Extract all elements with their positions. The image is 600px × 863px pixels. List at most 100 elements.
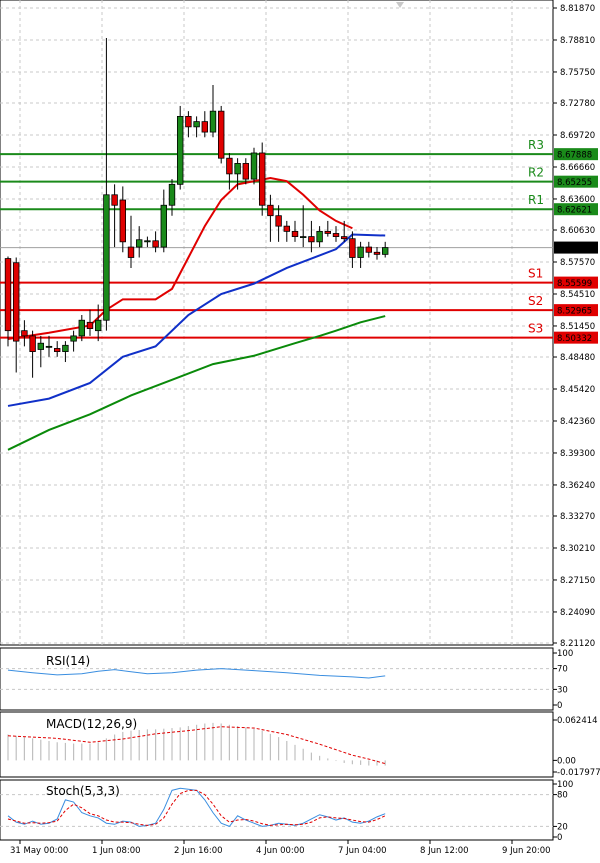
candle-body [332, 233, 340, 238]
price-tick-label: 8.36240 [560, 481, 595, 491]
macd-title: MACD(12,26,9) [46, 717, 137, 731]
axis-tick-label: -0.017977 [557, 768, 600, 778]
candle-body [37, 342, 44, 350]
candle-body [357, 246, 364, 258]
pivot-label-r3: R3 [528, 138, 544, 152]
pivot-value-s2: 8.52965 [557, 307, 592, 317]
candle-body [78, 319, 85, 337]
axis-tick-label: 100 [557, 780, 573, 790]
candle-body [193, 121, 200, 128]
price-axis: 8.81870 8.78810 8.75750 8.72780 8.69720 8.666… [553, 4, 595, 649]
candle-body [4, 258, 12, 332]
price-tick-label: 8.66660 [560, 163, 595, 173]
price-tick-label: 8.75750 [560, 68, 595, 78]
candle-body [103, 194, 110, 321]
axis-tick-label: 0.062414 [557, 716, 598, 726]
pivot-value-s1: 8.55599 [557, 279, 592, 289]
time-tick-label: 2 Jun 16:00 [174, 846, 223, 856]
candle-body [29, 335, 36, 352]
price-tick-label: 8.21120 [560, 639, 595, 649]
candle-body [111, 194, 118, 206]
candle-body [176, 115, 184, 185]
pivot-label-s1: S1 [528, 267, 543, 281]
axis-tick-label: 30 [557, 685, 568, 695]
time-tick-label: 7 Jun 04:00 [338, 846, 387, 856]
stoch-panel: 10080 200 Stoch(5,3,3) [0, 779, 573, 843]
candle-body [349, 238, 356, 258]
candle-body [62, 344, 69, 352]
pivot-value-r2: 8.65255 [557, 178, 592, 188]
pivot-label-s3: S3 [528, 322, 543, 336]
candle-body [308, 236, 315, 243]
pivot-label-r1: R1 [528, 193, 544, 207]
candle-body [21, 330, 28, 337]
price-tick-label: 8.69720 [560, 131, 595, 141]
time-axis: 31 May 00:00 1 Jun 08:00 2 Jun 16:00 4 Jun … [10, 840, 551, 856]
price-tick-label: 8.57570 [560, 258, 595, 268]
candle-body [119, 199, 126, 243]
price-tick-label: 8.81870 [560, 4, 595, 14]
candle-body [316, 230, 323, 243]
candle-body [299, 236, 307, 239]
candle-body [201, 121, 208, 133]
pivot-label-s2: S2 [528, 294, 543, 308]
price-tick-label: 8.39300 [560, 449, 595, 459]
price-tick-label: 8.33270 [560, 512, 595, 522]
candle-body [324, 230, 331, 234]
rsi-axis: 100 70 30 0 [553, 649, 573, 711]
stoch-title: Stoch(5,3,3) [46, 784, 120, 798]
candle-body [144, 240, 151, 243]
candle-body [250, 152, 258, 180]
price-tick-label: 8.51450 [560, 322, 595, 332]
candle-body [283, 225, 290, 232]
time-tick-label: 31 May 00:00 [10, 846, 68, 856]
time-tick-label: 1 Jun 08:00 [92, 846, 141, 856]
price-tick-label: 8.54510 [560, 290, 595, 300]
pivot-value-r1: 8.62621 [557, 206, 592, 216]
candle-body [226, 157, 233, 175]
candle-body [135, 239, 143, 248]
axis-tick-label: 70 [557, 665, 568, 675]
rsi-title: RSI(14) [46, 654, 90, 668]
candle-body [152, 240, 159, 248]
candle-body [291, 230, 299, 237]
stoch-axis: 10080 200 [553, 780, 573, 843]
candle-body [160, 204, 167, 248]
axis-tick-label: 0 [557, 701, 562, 711]
price-tick-label: 8.63600 [560, 195, 595, 205]
price-tick-label: 8.45420 [560, 385, 595, 395]
time-tick-label: 8 Jun 12:00 [420, 846, 469, 856]
price-tick-label: 8.24090 [560, 608, 595, 618]
current-price-value: 8.58950 [557, 244, 592, 254]
candle-body [267, 204, 274, 217]
chart-canvas: R3 8.67888 R2 8.65255 R1 8.62621 S1 8.55599 S2 8.… [0, 0, 600, 856]
pivot-value-r3: 8.67888 [557, 151, 592, 161]
macd-panel: 0.062414 0.00 -0.017977 MACD(12,26,9) [0, 711, 600, 778]
candle-body [217, 110, 225, 159]
forex-chart-window: R3 8.67888 R2 8.65255 R1 8.62621 S1 8.55599 S2 8.… [0, 0, 600, 863]
price-tick-label: 8.78810 [560, 36, 595, 46]
price-tick-label: 8.48480 [560, 353, 595, 363]
candle-body [209, 110, 217, 133]
time-tick-label: 4 Jun 00:00 [256, 846, 305, 856]
candle-body [168, 183, 176, 206]
price-tick-label: 8.30210 [560, 544, 595, 554]
candle-body [275, 215, 282, 227]
candle-body [54, 348, 61, 352]
price-tick-label: 8.60630 [560, 226, 595, 236]
candle-body [373, 251, 381, 255]
pivot-label-r2: R2 [528, 166, 544, 180]
candle-body [12, 262, 20, 342]
time-tick-label: 9 Jun 20:00 [502, 846, 551, 856]
candle-body [365, 246, 372, 253]
price-panel: R3 8.67888 R2 8.65255 R1 8.62621 S1 8.55599 S2 8.… [0, 0, 598, 649]
candle-body [127, 246, 135, 258]
candle-body [381, 247, 389, 255]
axis-tick-label: 80 [557, 791, 568, 801]
macd-axis: 0.062414 0.00 -0.017977 [553, 716, 600, 778]
candle-body [234, 163, 241, 175]
axis-tick-label: 100 [557, 649, 573, 659]
price-tick-label: 8.72780 [560, 99, 595, 109]
candle-body [95, 319, 102, 332]
candle-body [45, 345, 53, 348]
